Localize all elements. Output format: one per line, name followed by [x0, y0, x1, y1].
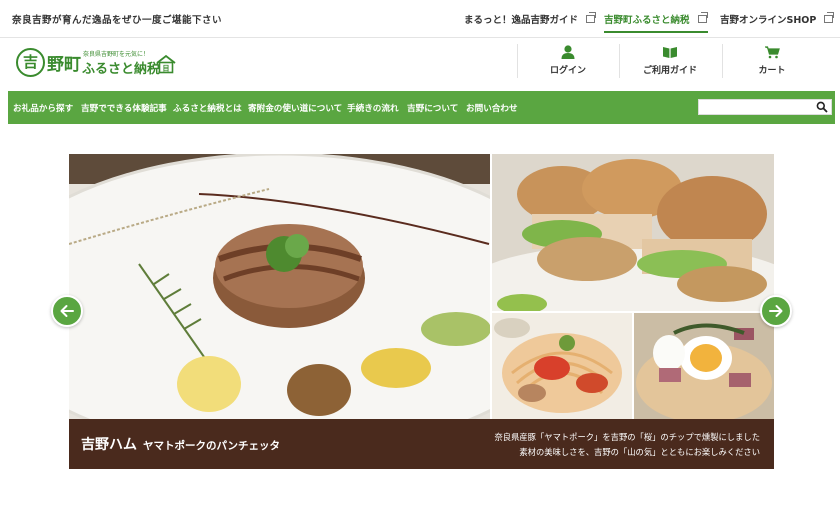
search-icon[interactable] — [816, 101, 828, 113]
external-link-icon — [586, 12, 597, 23]
top-link-online-shop[interactable]: 吉野オンラインSHOP — [720, 12, 835, 26]
slider-prev-button[interactable] — [51, 295, 83, 327]
top-link-furusato-nozei[interactable]: 吉野町ふるさと納税 — [604, 12, 708, 26]
user-icon — [561, 45, 575, 59]
hero-main-image[interactable] — [69, 154, 490, 419]
logo-circle-mark: 吉 — [16, 48, 45, 77]
logo-subtitle: 奈良県吉野町を元気に！ — [83, 51, 150, 58]
top-link-label: 吉野オンラインSHOP — [720, 15, 817, 26]
top-bar: 奈良吉野が育んだ逸品をぜひ一度ご堪能下さい まるっと！逸品吉野ガイド 吉野町ふる… — [0, 0, 840, 38]
active-tab-underline — [604, 31, 708, 33]
top-link-marutto-guide[interactable]: まるっと！逸品吉野ガイド — [464, 12, 597, 26]
house-icon-label: 目 — [163, 65, 170, 73]
nav-item-about-yoshino[interactable]: 吉野について — [407, 102, 458, 114]
hero-side-image-egg-toast[interactable] — [634, 313, 774, 419]
slider-next-button[interactable] — [760, 295, 792, 327]
external-link-icon — [697, 12, 708, 23]
nav-item-donation-use[interactable]: 寄附金の使い道について — [248, 102, 342, 114]
hero-slider: 吉野ハム ヤマトポークのパンチェッタ 奈良県産豚「ヤマトポーク」を吉野の「桜」のチ… — [69, 154, 774, 469]
book-icon — [663, 47, 677, 58]
arrow-right-icon — [769, 305, 783, 317]
search-box — [698, 99, 832, 115]
slide-description-line: 奈良県産豚「ヤマトポーク」を吉野の「桜」のチップで燻製にしました — [494, 432, 760, 442]
cart-icon — [765, 46, 780, 59]
nav-item-search-gifts[interactable]: お礼品から探す — [13, 102, 73, 114]
external-link-icon — [824, 12, 835, 23]
logo-town-name: 野町 — [47, 55, 81, 75]
slide-subtitle: ヤマトポークのパンチェッタ — [143, 440, 281, 452]
cart-button[interactable]: カート — [722, 45, 822, 76]
top-link-label: 吉野町ふるさと納税 — [604, 15, 690, 26]
nav-item-experience-articles[interactable]: 吉野でできる体験記事 — [81, 102, 167, 114]
slide-title: 吉野ハム — [81, 437, 137, 453]
hero-side-image-sandwich[interactable] — [492, 154, 774, 311]
arrow-left-icon — [60, 305, 74, 317]
nav-item-procedure[interactable]: 手続きの流れ — [347, 102, 399, 114]
house-icon: 目 — [156, 54, 176, 74]
hero-side-image-pasta[interactable] — [492, 313, 632, 419]
login-button[interactable]: ログイン — [518, 45, 618, 76]
user-guide-label: ご利用ガイド — [642, 66, 697, 76]
site-logo[interactable]: 吉 野町 奈良県吉野町を元気に！ ふるさと納税 目 — [16, 46, 186, 80]
login-label: ログイン — [549, 66, 586, 76]
logo-main-text: ふるさと納税 — [82, 62, 161, 77]
slide-description-line: 素材の美味しさを、吉野の「山の気」とともにお楽しみください — [519, 447, 760, 457]
cart-label: カート — [758, 66, 786, 76]
top-link-label: まるっと！逸品吉野ガイド — [464, 15, 579, 26]
slide-caption: 吉野ハム ヤマトポークのパンチェッタ 奈良県産豚「ヤマトポーク」を吉野の「桜」のチ… — [69, 419, 774, 469]
nav-item-about-furusato[interactable]: ふるさと納税とは — [173, 102, 242, 114]
main-nav: お礼品から探す 吉野でできる体験記事 ふるさと納税とは 寄附金の使い道について … — [8, 91, 835, 124]
slide-title-row: 吉野ハム ヤマトポークのパンチェッタ — [81, 434, 280, 454]
site-tagline: 奈良吉野が育んだ逸品をぜひ一度ご堪能下さい — [12, 15, 223, 26]
search-input[interactable] — [699, 100, 809, 114]
slide-description: 奈良県産豚「ヤマトポーク」を吉野の「桜」のチップで燻製にしました 素材の美味しさ… — [494, 430, 760, 460]
user-guide-button[interactable]: ご利用ガイド — [620, 45, 720, 76]
nav-item-contact[interactable]: お問い合わせ — [466, 102, 518, 114]
